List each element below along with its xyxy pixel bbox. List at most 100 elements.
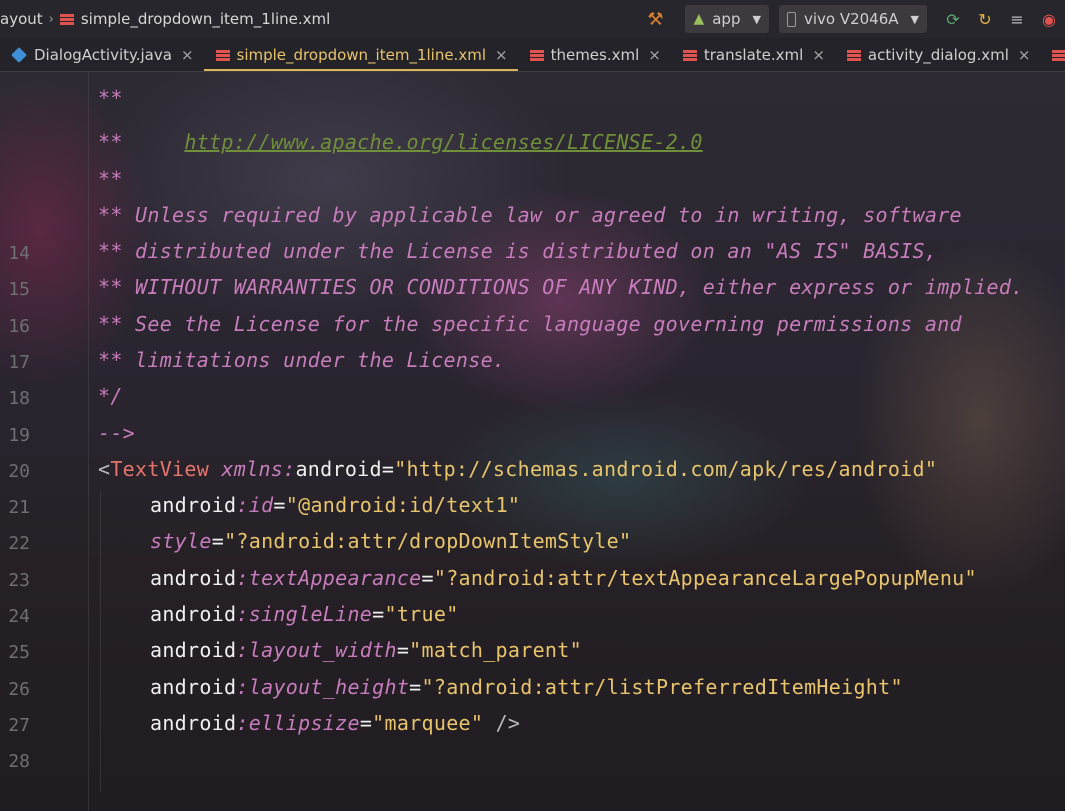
- code-line: 17 ** limitations under the License.: [0, 344, 1065, 380]
- code-line: 15 ** WITHOUT WARRANTIES OR CONDITIONS O…: [0, 271, 1065, 307]
- breadcrumb-file[interactable]: simple_dropdown_item_1line.xml: [81, 10, 330, 28]
- attribute-namespace: android: [150, 711, 237, 735]
- line-number: 23: [8, 570, 30, 591]
- code-line: **: [0, 86, 1065, 126]
- xmlns-name: android: [295, 457, 382, 481]
- equals-sign: =: [211, 529, 225, 553]
- tag-name: TextView: [110, 457, 210, 481]
- apply-changes-icon[interactable]: ↻: [969, 10, 1001, 29]
- tab-label: activity_dialog.xml: [867, 45, 1009, 64]
- attribute-value: "match_parent": [409, 638, 582, 662]
- chevron-down-icon: ▼: [752, 12, 761, 26]
- colon: :: [236, 493, 249, 517]
- code-line: ** Unless required by applicable law or …: [0, 199, 1065, 235]
- line-number: 20: [8, 461, 30, 482]
- line-number: 22: [8, 533, 30, 554]
- tab-activity-dialog-xml[interactable]: activity_dialog.xml ×: [835, 38, 1041, 71]
- sync-icon[interactable]: ⟳: [937, 10, 969, 29]
- close-icon[interactable]: ×: [1018, 46, 1031, 64]
- tab-translate-xml[interactable]: translate.xml ×: [671, 38, 835, 71]
- tab-dialogactivity-java[interactable]: DialogActivity.java ×: [0, 38, 204, 71]
- attribute-value: "marquee": [372, 711, 484, 735]
- license-link[interactable]: http://www.apache.org/licenses/LICENSE-2…: [184, 130, 702, 154]
- comment-text: -->: [98, 421, 136, 445]
- colon: :: [236, 675, 249, 699]
- code-text: <TextView xmlns:android="http://schemas.…: [98, 457, 937, 481]
- device-dropdown[interactable]: vivo V2046A ▼: [778, 5, 927, 33]
- attribute-value: "@android:id/text1": [285, 493, 521, 517]
- close-icon[interactable]: ×: [495, 46, 508, 64]
- colon: :: [236, 638, 249, 662]
- tab-themes-xml[interactable]: themes.xml ×: [518, 38, 671, 71]
- attribute-name: singleLine: [248, 602, 373, 626]
- editor-tabs: DialogActivity.java × simple_dropdown_it…: [0, 38, 1065, 72]
- comment-text: ** limitations under the License.: [98, 348, 506, 372]
- comment-text: ** distributed under the License is dist…: [98, 239, 938, 263]
- close-icon[interactable]: ×: [648, 46, 661, 64]
- attribute-value: "true": [384, 602, 459, 626]
- tab-label: simple_dropdown_item_1line.xml: [236, 45, 486, 64]
- attribute-name: ellipsize: [248, 711, 360, 735]
- code-text: ** http://www.apache.org/licenses/LICENS…: [98, 130, 703, 154]
- xml-icon: [215, 48, 230, 62]
- breadcrumb-parent[interactable]: ayout: [0, 10, 43, 28]
- equals-sign: =: [359, 711, 373, 735]
- attribute-namespace: android: [150, 566, 237, 590]
- code-line: 16 ** See the License for the specific l…: [0, 308, 1065, 344]
- code-line: 14 ** distributed under the License is d…: [0, 235, 1065, 271]
- line-number: 14: [8, 243, 30, 264]
- line-number: 19: [8, 425, 30, 446]
- hammer-icon[interactable]: ⚒: [643, 9, 667, 30]
- code-line: 18 */: [0, 380, 1065, 416]
- attribute-namespace: android: [150, 602, 237, 626]
- line-number: 26: [8, 679, 30, 700]
- close-icon[interactable]: ×: [812, 46, 825, 64]
- attribute-namespace: android: [150, 638, 237, 662]
- line-number: 27: [8, 715, 30, 736]
- toolbar-actions: ⚒ ▲ app ▼ vivo V2046A ▼ ⟳ ↻ ≡ ◉: [643, 0, 1065, 38]
- tab-label: DialogActivity.java: [34, 45, 172, 64]
- device-label: vivo V2046A: [803, 10, 899, 28]
- code-editor[interactable]: ** ** http://www.apache.org/licenses/LIC…: [0, 72, 1065, 811]
- navigation-bar: ayout › simple_dropdown_item_1line.xml ⚒…: [0, 0, 1065, 38]
- code-line: 20 <TextView xmlns:android="http://schem…: [0, 453, 1065, 489]
- equals-sign: =: [396, 638, 410, 662]
- close-icon[interactable]: ×: [181, 46, 194, 64]
- java-class-icon: [11, 46, 27, 63]
- attribute-name: layout_height: [248, 675, 410, 699]
- equals-sign: =: [372, 602, 385, 626]
- debug-icon[interactable]: ◉: [1033, 10, 1065, 29]
- attribute-value: "?android:attr/dropDownItemStyle": [224, 529, 632, 553]
- comment-text: **: [98, 167, 123, 191]
- colon: :: [236, 711, 249, 735]
- attribute-line: android:textAppearance="?android:attr/te…: [150, 566, 977, 590]
- attribute-line: android:singleLine="true": [150, 602, 459, 626]
- tag-close: />: [483, 711, 521, 735]
- comment-text: **: [98, 86, 123, 110]
- equals-sign: =: [381, 457, 395, 481]
- tab-label: translate.xml: [703, 45, 804, 64]
- code-line: 22 style="?android:attr/dropDownItemStyl…: [0, 525, 1065, 561]
- tab-simple-dropdown-item-1line-xml[interactable]: simple_dropdown_item_1line.xml ×: [203, 38, 518, 71]
- code-line: 24 android:singleLine="true": [0, 598, 1065, 634]
- xmlns-value: "http://schemas.android.com/apk/res/andr…: [394, 457, 938, 481]
- xml-icon: [1052, 48, 1065, 62]
- attribute-name: style: [150, 529, 212, 553]
- line-number: 28: [8, 751, 30, 772]
- breadcrumb-separator: ›: [48, 11, 54, 27]
- list-icon[interactable]: ≡: [1001, 10, 1033, 29]
- code-line: 27 android:ellipsize="marquee" />: [0, 707, 1065, 743]
- attribute-name: layout_width: [248, 638, 397, 662]
- code-line: 28: [0, 743, 1065, 779]
- attribute-name: textAppearance: [248, 566, 422, 590]
- code-line: 26 android:layout_height="?android:attr/…: [0, 671, 1065, 707]
- attribute-line: android:ellipsize="marquee" />: [150, 711, 520, 735]
- run-config-dropdown[interactable]: ▲ app ▼: [685, 5, 769, 33]
- comment-text: */: [98, 384, 123, 408]
- tab-dia[interactable]: dia: [1040, 38, 1065, 71]
- attribute-namespace: android: [150, 675, 237, 699]
- colon: :: [236, 566, 249, 590]
- colon: :: [236, 602, 249, 626]
- comment-text: **: [98, 130, 185, 154]
- line-number: 15: [8, 279, 30, 300]
